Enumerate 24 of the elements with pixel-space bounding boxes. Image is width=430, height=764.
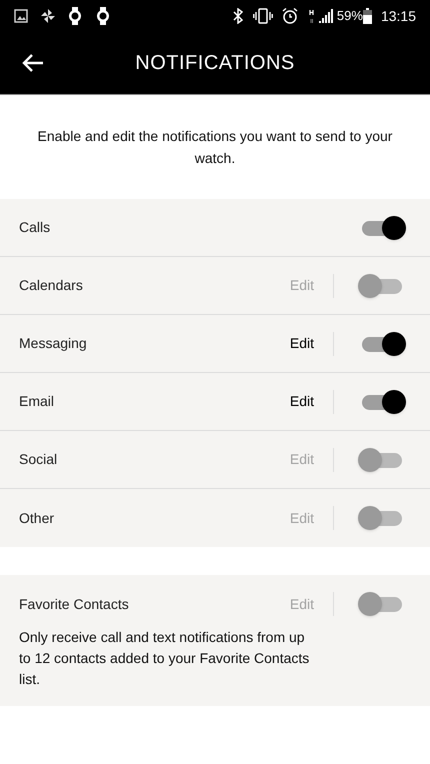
clock-time: 13:15 <box>380 6 416 26</box>
watch-icon <box>96 7 110 25</box>
vibrate-icon <box>252 8 273 24</box>
battery-percent: 59% <box>336 7 363 26</box>
image-icon <box>14 9 28 23</box>
notification-label: Favorite Contacts <box>19 594 130 614</box>
battery-icon <box>362 8 372 24</box>
alarm-icon <box>280 7 299 25</box>
back-arrow-icon[interactable] <box>22 53 44 73</box>
intro-text: Enable and edit the notifications you want to send to your watch. <box>36 127 394 168</box>
edit-link[interactable]: Edit <box>290 333 314 354</box>
notification-label: Calendars <box>19 276 84 295</box>
watch-icon <box>68 7 82 25</box>
page-title: NOTIFICATIONS <box>134 51 296 76</box>
notification-label: Other <box>19 508 56 528</box>
notification-label: Calls <box>19 218 52 237</box>
pinwheel-icon <box>40 8 56 24</box>
notification-label: Email <box>19 392 56 411</box>
signal-icon <box>308 8 335 24</box>
favorites-description: Only receive call and text notifications from up to 12 contacts added to your Favorite Contacts list. <box>18 628 310 689</box>
notification-label: Social <box>19 450 58 469</box>
notification-label: Messaging <box>19 334 88 353</box>
edit-link[interactable]: Edit <box>290 391 314 412</box>
bluetooth-icon <box>232 8 243 24</box>
